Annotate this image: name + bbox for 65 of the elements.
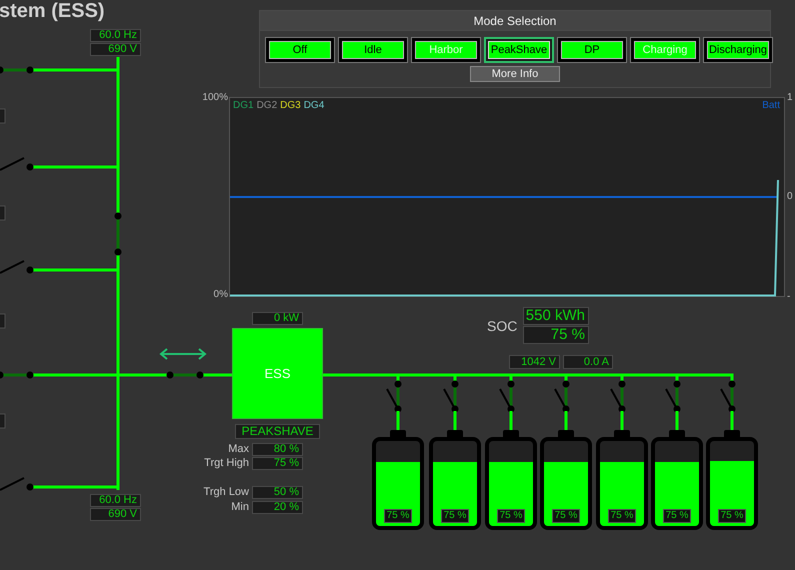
voltage-readout: 1042 V: [509, 355, 560, 369]
disconnect-switch[interactable]: [499, 380, 514, 412]
more-info-button[interactable]: More Info: [470, 66, 560, 82]
legend-label: DG2: [256, 100, 278, 111]
feeder-line: [676, 411, 678, 430]
panel-title: Mode Selection: [260, 11, 770, 31]
battery-reading: 75 %: [384, 509, 412, 523]
voltage-readout: 690 V: [90, 508, 141, 521]
breaker-switch[interactable]: [166, 372, 204, 378]
breaker-switch[interactable]: [0, 477, 34, 491]
readout-field: [0, 314, 6, 328]
battery-reading: 75 %: [608, 509, 636, 523]
battery-reading: 75 %: [441, 509, 469, 523]
legend-label: Batt: [762, 100, 780, 111]
disconnect-switch[interactable]: [443, 380, 458, 412]
breaker-switch[interactable]: [0, 66, 34, 74]
readout-field: [0, 414, 6, 428]
limit-label: Trgh Low: [204, 486, 249, 498]
feeder-line: [620, 411, 624, 430]
disconnect-switch[interactable]: [386, 380, 402, 412]
feeder-line: [454, 411, 456, 430]
current-readout: 0.0 A: [563, 355, 613, 369]
axis-tick-label: 1: [787, 92, 793, 103]
page-title: stem (ESS): [0, 0, 105, 23]
legend-label: DG1: [233, 100, 254, 111]
limit-readout: 80 %: [252, 443, 303, 456]
limit-readout: 75 %: [252, 457, 303, 470]
feeder-line: [396, 411, 400, 430]
limit-label: Max: [228, 443, 249, 455]
battery-reading: 75 %: [497, 509, 525, 523]
disconnect-switch[interactable]: [720, 380, 736, 412]
soc-label: SOC: [487, 318, 518, 334]
frequency-readout: 60.0 Hz: [90, 494, 141, 507]
readout-field: [0, 108, 6, 124]
double-arrow-icon: [159, 348, 207, 360]
breaker-switch[interactable]: [0, 372, 34, 378]
power-readout: 0 kW: [252, 312, 303, 325]
battery-reading: 75 %: [718, 509, 746, 523]
limit-label: Trgt High: [204, 457, 249, 469]
feeder-line: [510, 411, 512, 430]
axis-tick-label: 0: [787, 191, 793, 202]
limit-readout: 50 %: [252, 486, 303, 499]
limit-readout: 20 %: [252, 501, 303, 514]
limit-label: Min: [231, 501, 249, 513]
frequency-readout: 60.0 Hz: [90, 29, 141, 42]
breaker-switch[interactable]: [114, 212, 122, 256]
breaker-switch[interactable]: [0, 157, 34, 171]
axis-tick-label: -: [787, 291, 790, 302]
energy-readout: 550 kWh: [523, 307, 589, 325]
battery-reading: 75 %: [663, 509, 691, 523]
readout-field: [0, 206, 6, 220]
disconnect-switch[interactable]: [610, 380, 626, 412]
legend-label: DG4: [304, 100, 324, 111]
axis-tick-label: 100%: [202, 92, 228, 103]
feeder-line: [564, 411, 568, 430]
axis-tick-label: 0%: [214, 289, 228, 300]
breaker-switch[interactable]: [0, 260, 34, 274]
legend-label: DG3: [280, 100, 301, 111]
feeder-line: [730, 411, 734, 430]
voltage-readout: 690 V: [90, 43, 141, 56]
disconnect-switch[interactable]: [665, 380, 680, 412]
disconnect-switch[interactable]: [554, 380, 570, 412]
mode-readout: PEAKSHAVE: [235, 424, 320, 439]
soc-readout: 75 %: [523, 326, 589, 344]
battery-reading: 75 %: [552, 509, 580, 523]
